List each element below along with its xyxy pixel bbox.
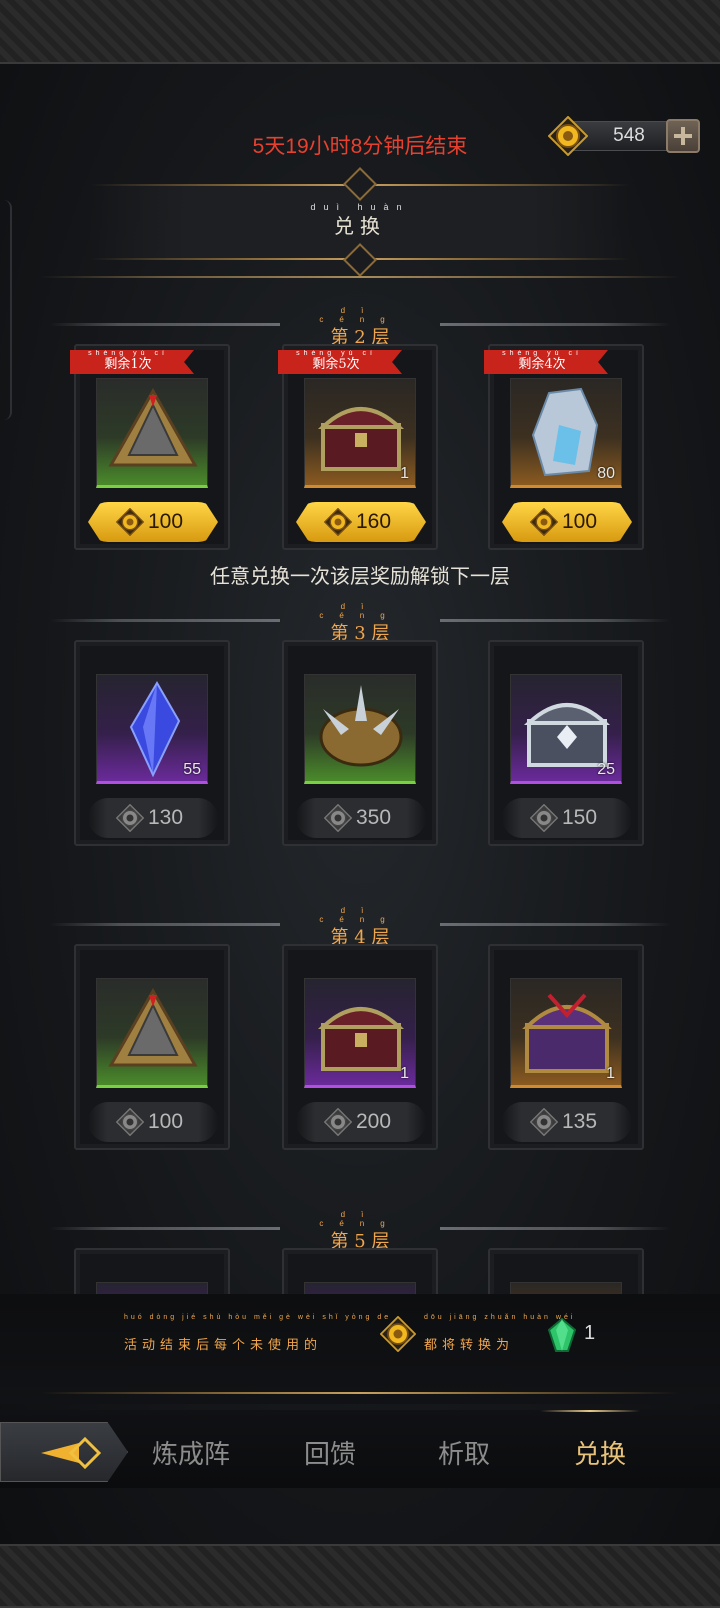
notice-main-a: 活动结束后每个未使用的 xyxy=(124,1338,323,1353)
layer-title: dì céng 第 4 层 xyxy=(300,906,420,949)
reward-image: 55 xyxy=(96,674,208,784)
layer-pinyin: dì céng xyxy=(319,602,401,620)
reward-quantity: 25 xyxy=(597,761,615,778)
price-value: 150 xyxy=(562,806,598,829)
layer-pinyin: dì céng xyxy=(319,1210,401,1228)
reward-card[interactable]: 25 150 xyxy=(488,640,644,846)
reward-card[interactable]: 55 130 xyxy=(74,640,230,846)
currency-display: 548 xyxy=(548,116,700,156)
bottom-tab-bar: 炼成阵 回馈 析取 兑换 xyxy=(0,1410,720,1488)
unlock-hint: 任意兑换一次该层奖励解锁下一层 xyxy=(210,564,510,588)
reward-image: 80 xyxy=(510,378,622,488)
price-value: 200 xyxy=(356,1110,392,1133)
reward-card[interactable]: 1 shèng yú cì 剩余5次 160 xyxy=(278,344,438,550)
layer-header: dì céng 第 2 层 xyxy=(0,306,720,348)
remaining-ribbon: shèng yú cì 剩余4次 xyxy=(484,350,608,374)
exchange-price-button[interactable]: 150 xyxy=(502,798,632,838)
layer-header: dì céng 第 5 层 xyxy=(0,1210,720,1252)
reward-card[interactable]: 350 xyxy=(282,640,438,846)
green-gem-icon xyxy=(548,1318,576,1352)
exchange-price-button[interactable]: 160 xyxy=(296,502,426,542)
ribbon-text: 剩余5次 xyxy=(312,357,360,372)
reward-quantity: 1 xyxy=(400,465,409,482)
layer-header: dì céng 第 3 层 xyxy=(0,602,720,644)
reward-image: 1 xyxy=(304,978,416,1088)
price-value: 135 xyxy=(562,1110,598,1133)
exchange-price-button[interactable]: 130 xyxy=(88,798,218,838)
gold-medallion-icon xyxy=(529,507,559,542)
layer-title: dì céng 第 2 层 xyxy=(300,306,420,349)
banner-pinyin: duì huàn xyxy=(310,202,410,212)
notice-main-b: 都将转换为 xyxy=(424,1338,515,1353)
gold-medallion-icon xyxy=(323,507,353,542)
exchange-price-button[interactable]: 350 xyxy=(296,798,426,838)
reward-image xyxy=(304,674,416,784)
price-value: 100 xyxy=(148,510,184,533)
reward-card[interactable]: shèng yú cì 剩余1次 100 xyxy=(70,344,230,550)
exchange-price-button[interactable]: 100 xyxy=(88,502,218,542)
ribbon-text: 剩余1次 xyxy=(104,357,152,372)
reward-card[interactable]: 80 shèng yú cì 剩余4次 100 xyxy=(484,344,644,550)
exchange-price-button[interactable]: 200 xyxy=(296,1102,426,1142)
layer-header: dì céng 第 4 层 xyxy=(0,906,720,948)
tab-extract[interactable]: 析取 xyxy=(438,1434,490,1471)
banner-title: duì huàn 兑换 xyxy=(90,202,630,239)
notice-pinyin-a: huó dòng jié shù hòu měi gè wèi shǐ yòng… xyxy=(124,1314,392,1321)
add-currency-button[interactable] xyxy=(666,119,700,153)
exchange-price-button[interactable]: 135 xyxy=(502,1102,632,1142)
price-value: 160 xyxy=(356,510,392,533)
ribbon-text: 剩余4次 xyxy=(518,357,566,372)
reward-image: 25 xyxy=(510,674,622,784)
price-value: 130 xyxy=(148,806,184,829)
silver-medallion-icon xyxy=(529,803,559,846)
silver-medallion-icon xyxy=(529,1107,559,1150)
exchange-panel: 5天19小时8分钟后结束 548 duì huàn 兑换 dì céng 第 2 … xyxy=(0,64,720,1544)
exchange-price-button[interactable]: 100 xyxy=(502,502,632,542)
bottom-frame xyxy=(0,1544,720,1608)
reward-image: 1 xyxy=(510,978,622,1088)
layer-title: dì céng 第 5 层 xyxy=(300,1210,420,1253)
home-tab-button[interactable] xyxy=(0,1422,128,1482)
reward-card[interactable]: 100 xyxy=(74,944,230,1150)
silver-medallion-icon xyxy=(115,1107,145,1150)
notice-text-a: huó dòng jié shù hòu měi gè wèi shǐ yòng… xyxy=(124,1314,391,1353)
silver-medallion-icon xyxy=(323,803,353,846)
top-frame xyxy=(0,0,720,64)
tab-feedback[interactable]: 回馈 xyxy=(304,1434,356,1471)
price-value: 100 xyxy=(148,1110,184,1133)
divider xyxy=(40,276,680,278)
price-value: 350 xyxy=(356,806,392,829)
section-banner: duì huàn 兑换 xyxy=(90,167,630,277)
gold-medallion-icon xyxy=(380,1316,416,1352)
layer-pinyin: dì céng xyxy=(319,306,401,324)
reward-card[interactable]: 1 200 xyxy=(282,944,438,1150)
silver-medallion-icon xyxy=(115,803,145,846)
reward-image: 1 xyxy=(304,378,416,488)
reward-quantity: 55 xyxy=(183,761,201,778)
tab-synthesis[interactable]: 炼成阵 xyxy=(152,1434,230,1471)
reward-quantity: 1 xyxy=(400,1065,409,1082)
reward-image xyxy=(96,378,208,488)
gold-medallion-icon xyxy=(548,116,588,156)
conversion-notice: huó dòng jié shù hòu měi gè wèi shǐ yòng… xyxy=(0,1294,720,1404)
exchange-price-button[interactable]: 100 xyxy=(88,1102,218,1142)
price-value: 100 xyxy=(562,510,598,533)
reward-image xyxy=(96,978,208,1088)
arrow-diamond-icon xyxy=(41,1436,102,1470)
reward-quantity: 1 xyxy=(606,1065,615,1082)
reward-quantity: 80 xyxy=(597,465,615,482)
layer-title: dì céng 第 3 层 xyxy=(300,602,420,645)
reward-card[interactable]: 1 135 xyxy=(488,944,644,1150)
tab-exchange[interactable]: 兑换 xyxy=(574,1434,626,1471)
convert-count: 1 xyxy=(584,1322,596,1344)
gold-medallion-icon xyxy=(115,507,145,542)
layer-pinyin: dì céng xyxy=(319,906,401,924)
banner-title-text: 兑换 xyxy=(334,214,386,238)
remaining-ribbon: shèng yú cì 剩余1次 xyxy=(70,350,194,374)
remaining-ribbon: shèng yú cì 剩余5次 xyxy=(278,350,402,374)
silver-medallion-icon xyxy=(323,1107,353,1150)
